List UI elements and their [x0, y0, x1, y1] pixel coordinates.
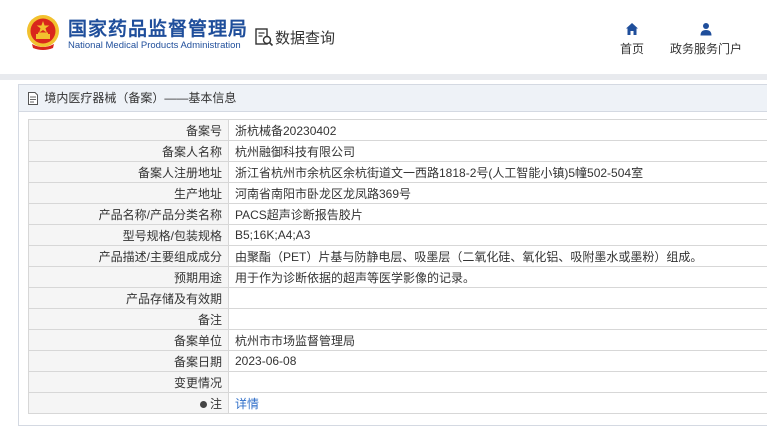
table-row: 预期用途用于作为诊断依据的超声等医学影像的记录。: [29, 267, 767, 288]
table-row: 备案号浙杭械备20230402: [29, 120, 767, 141]
table-row: 备案人注册地址浙江省杭州市余杭区余杭街道文一西路1818-2号(人工智能小镇)5…: [29, 162, 767, 183]
field-value: B5;16K;A4;A3: [229, 225, 767, 246]
nav-home-label: 首页: [620, 42, 644, 56]
field-label: 备注: [29, 309, 229, 330]
table-row: 产品名称/产品分类名称PACS超声诊断报告胶片: [29, 204, 767, 225]
data-query-title: 数据查询: [275, 27, 335, 48]
field-label: 注: [210, 397, 222, 411]
note-value-cell: 详情: [229, 393, 767, 414]
note-label-cell: 注: [29, 393, 229, 414]
table-row: 产品存储及有效期: [29, 288, 767, 309]
table-row: 产品描述/主要组成成分由聚酯（PET）片基与防静电层、吸墨层（二氧化硅、氧化铝、…: [29, 246, 767, 267]
table-row: 型号规格/包装规格B5;16K;A4;A3: [29, 225, 767, 246]
field-value: 杭州市市场监督管理局: [229, 330, 767, 351]
document-icon: [27, 92, 39, 105]
table-row: 备注: [29, 309, 767, 330]
table-row: 备案日期2023-06-08: [29, 351, 767, 372]
field-value: 浙江省杭州市余杭区余杭街道文一西路1818-2号(人工智能小镇)5幢502-50…: [229, 162, 767, 183]
field-label: 备案人注册地址: [29, 162, 229, 183]
field-label: 产品描述/主要组成成分: [29, 246, 229, 267]
details-link[interactable]: 详情: [235, 397, 259, 411]
field-value: [229, 372, 767, 393]
bullet-dot-icon: [200, 401, 207, 408]
home-icon: [625, 22, 639, 36]
field-value: [229, 309, 767, 330]
field-value: PACS超声诊断报告胶片: [229, 204, 767, 225]
panel-header: 境内医疗器械（备案）——基本信息: [19, 85, 767, 112]
nav-home[interactable]: 首页: [617, 22, 647, 57]
detail-panel: 境内医疗器械（备案）——基本信息 备案号浙杭械备20230402 备案人名称杭州…: [18, 84, 767, 426]
table-row: 注 详情: [29, 393, 767, 414]
nav-gov-service-label: 政务服务门户: [670, 42, 742, 56]
field-value: [229, 288, 767, 309]
user-icon: [699, 22, 713, 36]
field-value: 用于作为诊断依据的超声等医学影像的记录。: [229, 267, 767, 288]
field-label: 备案单位: [29, 330, 229, 351]
field-label: 备案日期: [29, 351, 229, 372]
field-label: 备案人名称: [29, 141, 229, 162]
field-value: 浙杭械备20230402: [229, 120, 767, 141]
logo-subtitle[interactable]: National Medical Products Administration: [68, 40, 241, 51]
panel-title: 境内医疗器械（备案）——基本信息: [44, 91, 236, 105]
field-label: 生产地址: [29, 183, 229, 204]
header-divider: [0, 74, 767, 80]
field-label: 备案号: [29, 120, 229, 141]
field-label: 产品名称/产品分类名称: [29, 204, 229, 225]
table-row: 备案单位杭州市市场监督管理局: [29, 330, 767, 351]
detail-table: 备案号浙杭械备20230402 备案人名称杭州融御科技有限公司 备案人注册地址浙…: [28, 119, 767, 414]
field-label: 变更情况: [29, 372, 229, 393]
table-row: 备案人名称杭州融御科技有限公司: [29, 141, 767, 162]
nav-gov-service[interactable]: 政务服务门户: [666, 22, 746, 57]
national-emblem-icon: [26, 14, 60, 50]
magnifier-document-icon: [254, 27, 274, 47]
field-label: 预期用途: [29, 267, 229, 288]
table-row: 生产地址河南省南阳市卧龙区龙凤路369号: [29, 183, 767, 204]
field-value: 2023-06-08: [229, 351, 767, 372]
field-label: 产品存储及有效期: [29, 288, 229, 309]
field-label: 型号规格/包装规格: [29, 225, 229, 246]
logo-title[interactable]: 国家药品监督管理局: [68, 14, 248, 41]
field-value: 河南省南阳市卧龙区龙凤路369号: [229, 183, 767, 204]
field-value: 由聚酯（PET）片基与防静电层、吸墨层（二氧化硅、氧化铝、吸附墨水或墨粉）组成。: [229, 246, 767, 267]
site-header: 国家药品监督管理局 National Medical Products Admi…: [0, 0, 767, 74]
field-value: 杭州融御科技有限公司: [229, 141, 767, 162]
table-row: 变更情况: [29, 372, 767, 393]
